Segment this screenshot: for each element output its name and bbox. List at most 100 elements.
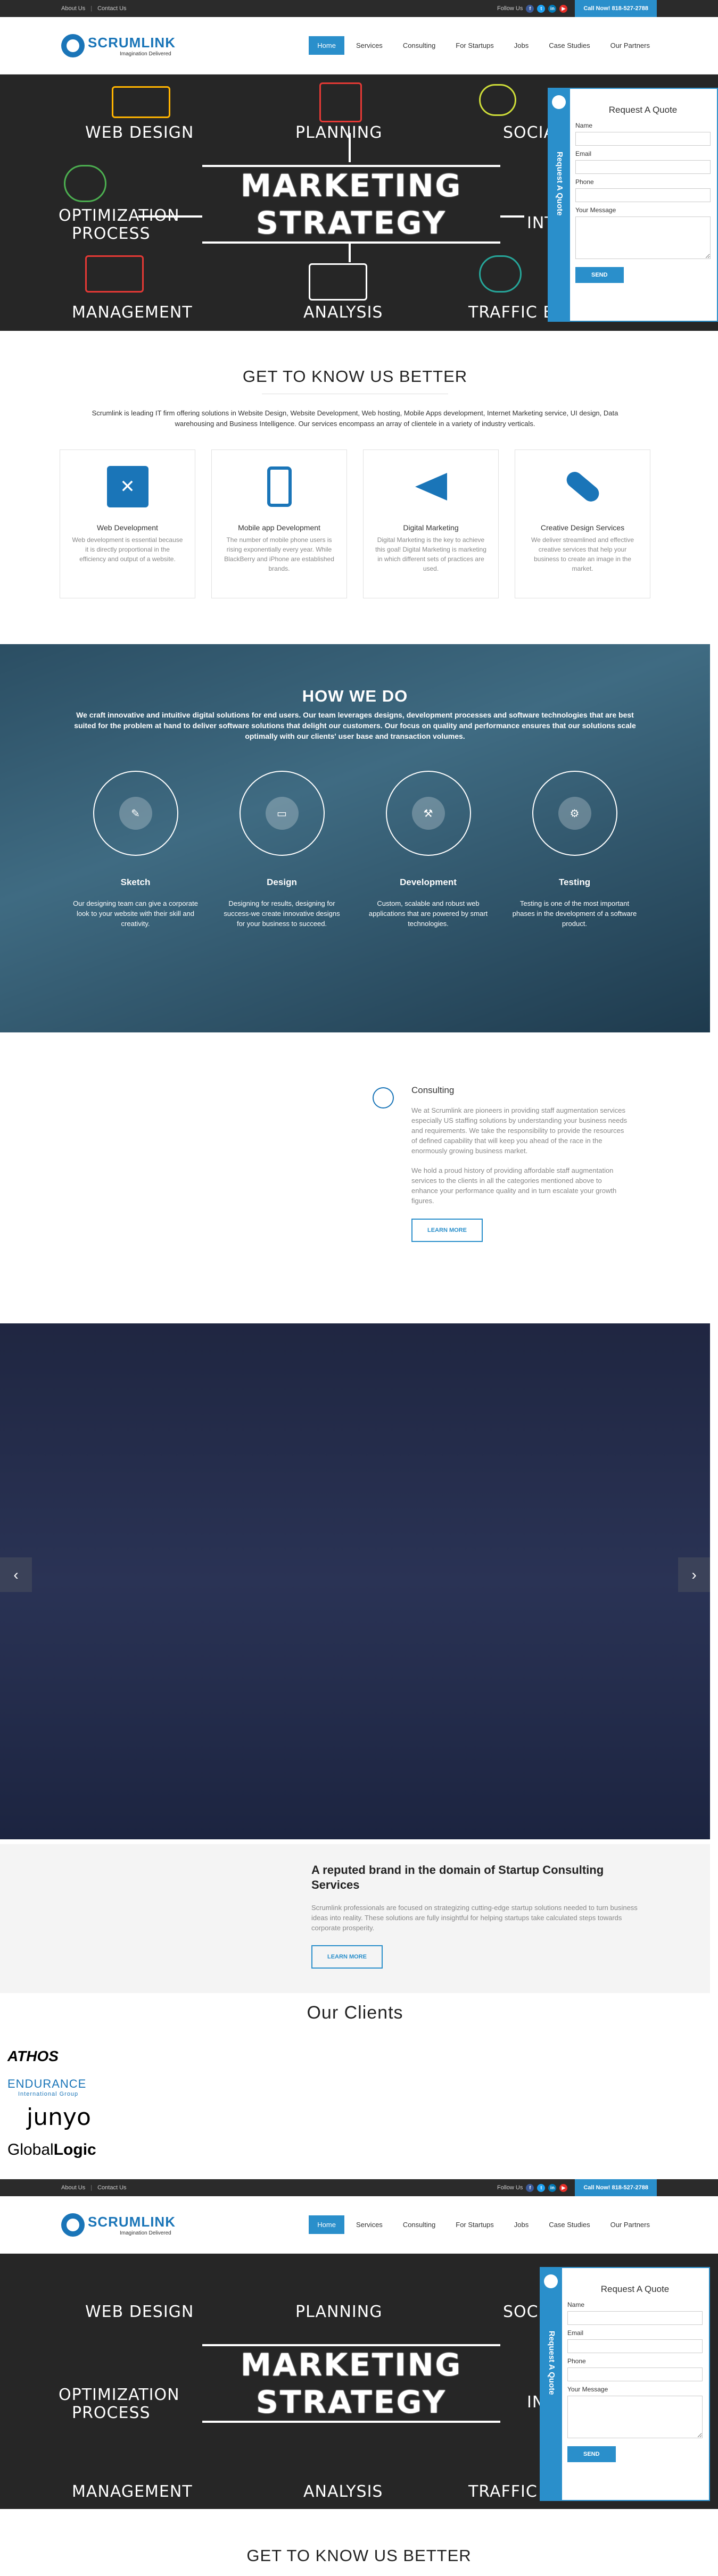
linkedin-icon[interactable]: in xyxy=(548,4,557,13)
gear-icon: ⚙ xyxy=(558,797,591,830)
nav-services[interactable]: Services xyxy=(348,36,391,55)
nav-home[interactable]: Home xyxy=(309,36,344,55)
card-web-development[interactable]: ✕ Web Development Web development is ess… xyxy=(60,449,195,598)
hero-banner-repeat: WEB DESIGN PLANNING SOCIAL OPTIMIZATION … xyxy=(0,2254,718,2509)
twitter-icon[interactable]: t xyxy=(537,2183,546,2192)
card-title: Creative Design Services xyxy=(540,523,625,532)
web-design-icon xyxy=(112,86,170,118)
marketing-word: MARKETING xyxy=(240,168,463,204)
endurance-sub: International Group xyxy=(18,2091,79,2097)
logo-tagline: Imagination Delivered xyxy=(120,51,171,57)
nav-our-partners[interactable]: Our Partners xyxy=(602,36,658,55)
youtube-icon[interactable]: ▶ xyxy=(559,2183,568,2192)
send-button[interactable]: SEND xyxy=(567,2446,616,2462)
message-input[interactable] xyxy=(575,216,711,259)
nav-for-startups[interactable]: For Startups xyxy=(447,36,502,55)
top-bar-repeat: About Us | Contact Us Follow Us f t in ▶… xyxy=(0,2179,718,2196)
web-design-label: WEB DESIGN xyxy=(85,123,194,142)
card-mobile-app[interactable]: Mobile app Development The number of mob… xyxy=(211,449,347,598)
clients-section: Our Clients xyxy=(0,2003,710,2023)
startup-learn-more-button[interactable]: LEARN MORE xyxy=(311,1945,383,1969)
step-sketch: ✎ Sketch Our designing team can give a c… xyxy=(73,771,198,929)
contact-link[interactable]: Contact Us xyxy=(97,2185,126,2191)
repeated-header-section: About Us | Contact Us Follow Us f t in ▶… xyxy=(0,2179,718,2565)
step-title: Testing xyxy=(558,877,591,887)
management-icon xyxy=(85,255,144,293)
how-we-do-section: HOW WE DO We craft innovative and intuit… xyxy=(0,644,710,1032)
send-button[interactable]: SEND xyxy=(575,267,624,283)
card-digital-marketing[interactable]: Digital Marketing Digital Marketing is t… xyxy=(363,449,499,598)
gauge-icon xyxy=(373,1087,394,1108)
step-title: Sketch xyxy=(120,877,151,887)
junyo-logo: junyo xyxy=(27,2104,91,2131)
name-input[interactable] xyxy=(575,132,711,146)
linkedin-icon[interactable]: in xyxy=(548,2183,557,2192)
slider-prev-button[interactable]: ‹ xyxy=(0,1557,32,1592)
message-input[interactable] xyxy=(567,2396,703,2438)
pencil-icon: ✎ xyxy=(119,797,152,830)
wrench-icon: ⚒ xyxy=(411,797,445,830)
name-input[interactable] xyxy=(567,2311,703,2325)
nav-services[interactable]: Services xyxy=(348,2215,391,2234)
nav-home[interactable]: Home xyxy=(309,2215,344,2234)
slider-next-button[interactable]: › xyxy=(678,1557,710,1592)
email-input[interactable] xyxy=(567,2339,703,2353)
twitter-icon[interactable]: t xyxy=(537,4,546,13)
message-label: Your Message xyxy=(575,206,616,214)
nav-jobs[interactable]: Jobs xyxy=(506,2215,537,2234)
call-now-button[interactable]: Call Now! 818-527-2788 xyxy=(575,0,657,17)
phone-input[interactable] xyxy=(575,188,711,202)
planning-label: PLANNING xyxy=(295,123,383,142)
nav-consulting[interactable]: Consulting xyxy=(394,2215,444,2234)
endurance-logo: ENDURANCE International Group xyxy=(7,2077,86,2097)
hero-banner: WEB DESIGN PLANNING SOCIAL OPTIMIZATION … xyxy=(0,74,718,331)
separator: | xyxy=(90,5,93,12)
phone-input[interactable] xyxy=(567,2367,703,2381)
name-label: Name xyxy=(575,122,593,129)
logo[interactable]: SCRUMLINK Imagination Delivered xyxy=(61,2213,176,2237)
service-cards: ✕ Web Development Web development is ess… xyxy=(0,449,710,598)
nav-case-studies[interactable]: Case Studies xyxy=(540,36,598,55)
nav-for-startups[interactable]: For Startups xyxy=(447,2215,502,2234)
consulting-title: Consulting xyxy=(411,1085,455,1095)
nav-our-partners[interactable]: Our Partners xyxy=(602,2215,658,2234)
endurance-name: ENDURANCE xyxy=(7,2077,87,2090)
nav-jobs[interactable]: Jobs xyxy=(506,36,537,55)
quote-panel: Request A Quote Request A Quote Name Ema… xyxy=(540,2267,710,2501)
social-area: Follow Us f t in ▶ Call Now! 818-527-278… xyxy=(497,0,657,17)
call-now-button[interactable]: Call Now! 818-527-2788 xyxy=(575,2179,657,2196)
contact-link[interactable]: Contact Us xyxy=(97,5,126,12)
quote-tab-label: Request A Quote xyxy=(555,152,564,216)
top-bar: About Us | Contact Us Follow Us f t in ▶… xyxy=(0,0,718,17)
logo-name: SCRUMLINK xyxy=(88,34,176,51)
nav-case-studies[interactable]: Case Studies xyxy=(540,2215,598,2234)
athos-logo: ATHOS xyxy=(7,2048,59,2064)
phone-label: Phone xyxy=(575,178,594,186)
startup-title: A reputed brand in the domain of Startup… xyxy=(311,1863,604,1891)
quote-tab[interactable]: Request A Quote xyxy=(548,88,570,322)
process-steps: ✎ Sketch Our designing team can give a c… xyxy=(0,771,710,929)
arrow-right xyxy=(500,215,524,218)
nav-consulting[interactable]: Consulting xyxy=(394,36,444,55)
facebook-icon[interactable]: f xyxy=(526,2183,534,2192)
step-development: ⚒ Development Custom, scalable and robus… xyxy=(366,771,491,929)
step-testing: ⚙ Testing Testing is one of the most imp… xyxy=(512,771,637,929)
logo[interactable]: SCRUMLINK Imagination Delivered xyxy=(61,34,176,57)
card-creative-design[interactable]: Creative Design Services We deliver stre… xyxy=(515,449,650,598)
planning-icon xyxy=(319,82,362,122)
analysis-icon xyxy=(309,263,367,301)
social-icon xyxy=(479,84,516,116)
quote-tab[interactable]: Request A Quote xyxy=(540,2267,562,2501)
home-icon xyxy=(552,95,566,109)
quote-title: Request A Quote xyxy=(608,105,678,115)
know-section: GET TO KNOW US BETTER Scrumlink is leadi… xyxy=(0,367,710,598)
follow-label: Follow Us xyxy=(497,5,523,12)
facebook-icon[interactable]: f xyxy=(526,4,534,13)
about-link[interactable]: About Us xyxy=(61,5,85,12)
logo-mark-icon xyxy=(61,34,85,57)
traffic-icon xyxy=(479,255,522,293)
consulting-learn-more-button[interactable]: LEARN MORE xyxy=(411,1219,483,1242)
email-input[interactable] xyxy=(575,160,711,174)
about-link[interactable]: About Us xyxy=(61,2185,85,2191)
youtube-icon[interactable]: ▶ xyxy=(559,4,568,13)
